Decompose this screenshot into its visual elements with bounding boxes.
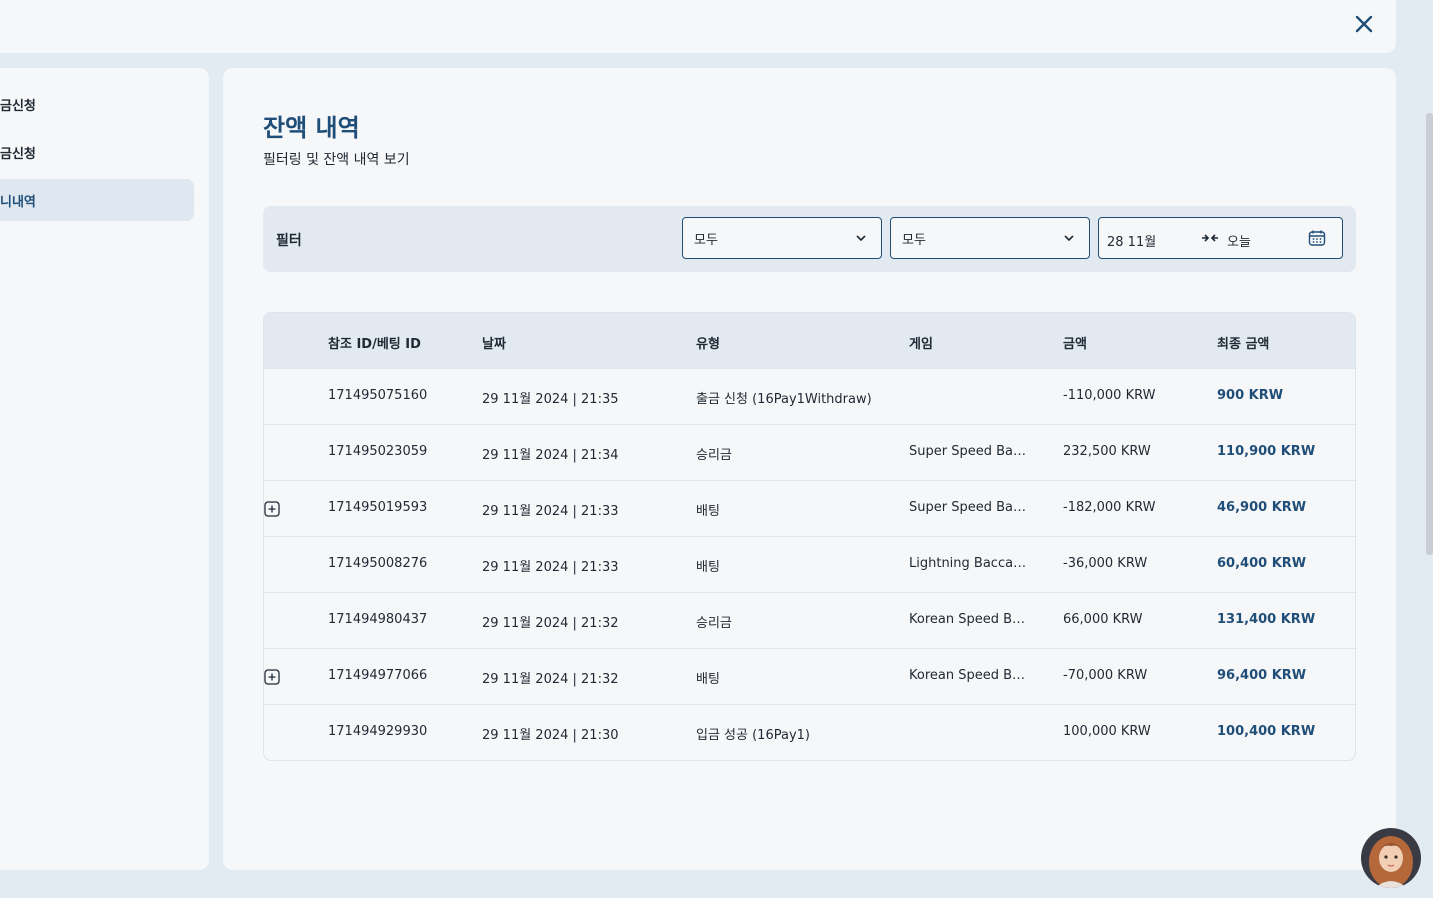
cell-amount: -182,000 KRW [1063,500,1156,515]
filter-bar: 필터 모두 모두 28 11월 오늘 [263,206,1356,272]
header-game: 게임 [909,337,933,352]
sidebar-item-withdraw-request[interactable]: 금신청 [0,83,194,125]
cell-final-amount: 100,400 KRW [1217,724,1316,739]
cell-game: Super Speed Ba… [909,444,1026,459]
chevron-down-icon [856,235,866,242]
cell-game: Super Speed Ba… [909,500,1026,515]
top-bar [0,0,1396,53]
cell-amount: 232,500 KRW [1063,444,1151,459]
avatar-image [1361,828,1421,888]
cell-date: 29 11월 2024 | 21:33 [482,560,619,575]
cell-final-amount: 900 KRW [1217,388,1284,403]
cell-ref-id: 171494929930 [328,724,428,739]
cell-date: 29 11월 2024 | 21:32 [482,616,619,631]
header-type: 유형 [696,337,720,352]
game-filter-value: 모두 [902,232,926,248]
plus-square-icon[interactable] [264,501,280,517]
table-header: 참조 ID/베팅 ID 날짜 유형 게임 금액 최종 금액 [264,313,1355,368]
scrollbar[interactable] [1426,113,1433,555]
table-row: 171495075160 29 11월 2024 | 21:35 출금 신청 (16… [264,368,1355,424]
type-filter-value: 모두 [694,232,718,248]
cell-ref-id: 171495019593 [328,500,428,515]
filter-label: 필터 [276,233,302,249]
cell-final-amount: 96,400 KRW [1217,668,1307,683]
cell-date: 29 11월 2024 | 21:33 [482,504,619,519]
sidebar-item-label: 금신청 [0,146,36,162]
cell-game: Lightning Bacca… [909,556,1027,571]
cell-type: 배팅 [696,672,720,687]
balance-table: 참조 ID/베팅 ID 날짜 유형 게임 금액 최종 금액 1714950751… [263,312,1356,761]
sidebar-item-balance-history[interactable]: 니내역 [0,179,194,221]
cell-ref-id: 171495008276 [328,556,428,571]
game-filter-select[interactable]: 모두 [890,217,1090,259]
arrows-inward-icon [1202,234,1218,242]
sidebar-item-label: 금신청 [0,98,36,114]
table-row: 171494980437 29 11월 2024 | 21:32 승리금 Korean… [264,592,1355,648]
cell-amount: -36,000 KRW [1063,556,1148,571]
cell-date: 29 11월 2024 | 21:32 [482,672,619,687]
cell-final-amount: 110,900 KRW [1217,444,1316,459]
sidebar-item-deposit-request[interactable]: 금신청 [0,131,194,173]
cell-ref-id: 171494977066 [328,668,428,683]
table-row: 171495008276 29 11월 2024 | 21:33 배팅 Lightni… [264,536,1355,592]
page-title: 잔액 내역 [263,114,360,142]
table-row: 171494929930 29 11월 2024 | 21:30 입금 성공 (16… [264,704,1355,760]
cell-date: 29 11월 2024 | 21:30 [482,728,619,743]
cell-type: 배팅 [696,504,720,519]
table-row: 171495019593 29 11월 2024 | 21:33 배팅 Super S… [264,480,1355,536]
cell-final-amount: 46,900 KRW [1217,500,1307,515]
cell-game: Korean Speed B… [909,612,1026,627]
cell-type: 배팅 [696,560,720,575]
header-ref-id: 참조 ID/베팅 ID [328,337,421,352]
close-icon [1355,15,1373,33]
cell-final-amount: 131,400 KRW [1217,612,1316,627]
close-button[interactable] [1350,10,1378,38]
cell-game: Korean Speed B… [909,668,1026,683]
plus-square-icon[interactable] [264,669,280,685]
date-range-picker[interactable]: 28 11월 오늘 [1098,217,1343,259]
cell-ref-id: 171495023059 [328,444,428,459]
chat-avatar[interactable] [1361,828,1421,888]
page-subtitle: 필터링 및 잔액 내역 보기 [263,152,410,168]
cell-ref-id: 171495075160 [328,388,428,403]
cell-date: 29 11월 2024 | 21:35 [482,392,619,407]
date-to: 오늘 [1227,235,1251,250]
header-date: 날짜 [482,337,506,352]
cell-type: 승리금 [696,616,732,631]
table-row: 171495023059 29 11월 2024 | 21:34 승리금 Super … [264,424,1355,480]
sidebar-item-label: 니내역 [0,194,36,210]
cell-amount: 100,000 KRW [1063,724,1151,739]
header-final-amount: 최종 금액 [1217,337,1270,352]
cell-type: 입금 성공 (16Pay1) [696,728,810,743]
table-row: 171494977066 29 11월 2024 | 21:32 배팅 Korean … [264,648,1355,704]
chevron-down-icon [1064,235,1074,242]
cell-final-amount: 60,400 KRW [1217,556,1307,571]
main-panel: 잔액 내역 필터링 및 잔액 내역 보기 필터 모두 모두 28 11월 오늘 [223,68,1396,870]
cell-amount: -70,000 KRW [1063,668,1148,683]
calendar-icon[interactable] [1308,229,1326,247]
cell-amount: -110,000 KRW [1063,388,1156,403]
sidebar: 금신청 금신청 니내역 [0,68,209,870]
cell-date: 29 11월 2024 | 21:34 [482,448,619,463]
type-filter-select[interactable]: 모두 [682,217,882,259]
header-amount: 금액 [1063,337,1087,352]
cell-type: 출금 신청 (16Pay1Withdraw) [696,392,872,407]
cell-amount: 66,000 KRW [1063,612,1143,627]
cell-type: 승리금 [696,448,732,463]
cell-ref-id: 171494980437 [328,612,428,627]
date-from: 28 11월 [1107,235,1157,250]
